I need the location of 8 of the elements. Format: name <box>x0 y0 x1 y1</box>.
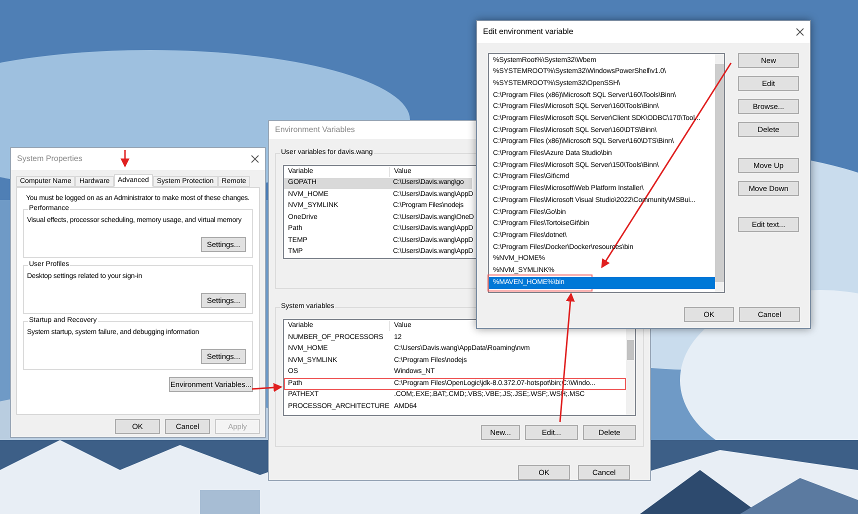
window-title: Edit environment variable <box>483 26 574 38</box>
window-title: System Properties <box>17 153 82 165</box>
close-icon[interactable] <box>251 155 259 163</box>
annotation-arrow <box>120 150 130 168</box>
scrollbar-thumb[interactable] <box>627 340 634 360</box>
window-title: Environment Variables <box>275 124 355 136</box>
annotation-arrow <box>252 383 282 392</box>
close-icon[interactable] <box>796 28 804 36</box>
